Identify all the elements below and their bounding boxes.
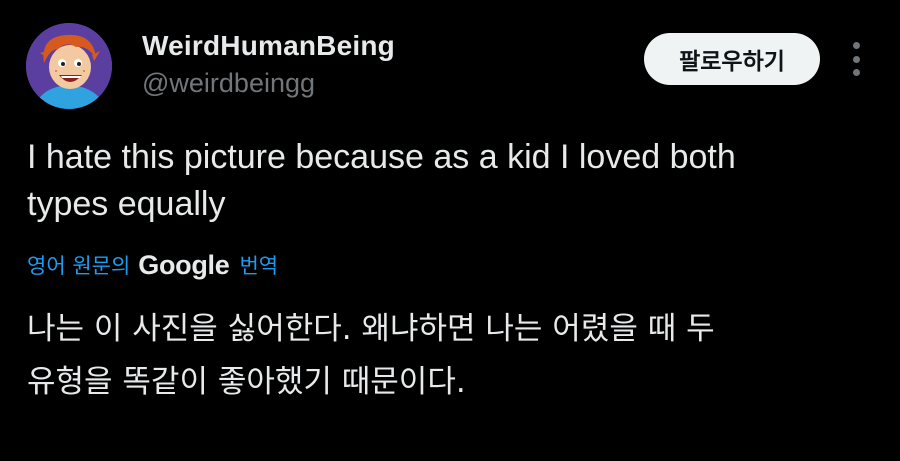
more-dot bbox=[852, 55, 860, 63]
translated-text: 나는 이 사진을 싫어한다. 왜냐하면 나는 어렸을 때 두 유형을 똑같이 좋… bbox=[27, 303, 867, 409]
author-display-name[interactable]: WeirdHumanBeing bbox=[142, 30, 395, 62]
cartoon-kid-avatar-icon bbox=[26, 23, 112, 109]
author-handle[interactable]: @weirdbeingg bbox=[142, 68, 315, 99]
tweet-card: WeirdHumanBeing @weirdbeingg 팔로우하기 I hat… bbox=[0, 0, 900, 461]
more-dot bbox=[852, 42, 860, 49]
avatar[interactable] bbox=[26, 23, 112, 109]
google-logo: Google bbox=[138, 249, 230, 280]
follow-button[interactable]: 팔로우하기 bbox=[644, 33, 820, 85]
more-vertical-icon[interactable] bbox=[842, 42, 870, 76]
translated-text-line: 나는 이 사진을 싫어한다. 왜냐하면 나는 어렸을 때 두 bbox=[27, 311, 715, 347]
tweet-text-line: I hate this picture because as a kid I l… bbox=[27, 138, 736, 176]
translated-text-line: 유형을 똑같이 좋아했기 때문이다. bbox=[27, 364, 466, 400]
tweet-text-line: types equally bbox=[27, 185, 226, 223]
tweet-text: I hate this picture because as a kid I l… bbox=[27, 134, 867, 228]
translation-prefix: 영어 원문의 bbox=[27, 254, 131, 278]
translation-attribution[interactable]: 영어 원문의 Google 번역 bbox=[27, 248, 278, 282]
more-dot bbox=[852, 69, 860, 76]
translation-suffix: 번역 bbox=[239, 254, 279, 278]
